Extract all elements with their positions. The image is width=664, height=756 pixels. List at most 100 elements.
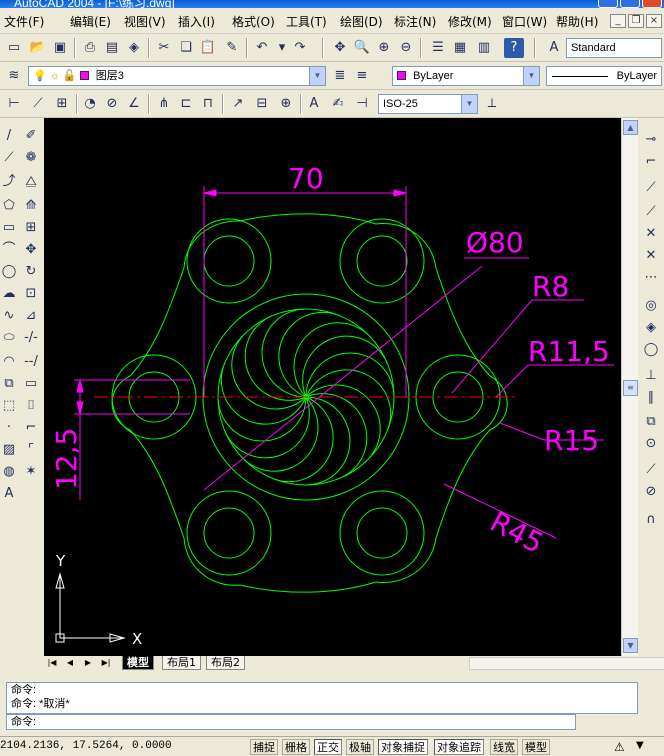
multiline-text-icon[interactable]: A xyxy=(0,484,18,504)
otrack-toggle[interactable]: 对象追踪 xyxy=(434,739,484,755)
pan-realtime-icon[interactable]: ✥ xyxy=(330,38,350,58)
save-icon[interactable]: ▣ xyxy=(50,38,70,58)
osnap-settings-icon[interactable]: ∩ xyxy=(642,510,660,530)
match-properties-icon[interactable]: ✎ xyxy=(222,38,242,58)
snap-insert-icon[interactable]: ⧉ xyxy=(642,412,660,432)
ellipse-arc-icon[interactable]: ◠ xyxy=(0,352,18,372)
snap-toggle[interactable]: 捕捉 xyxy=(250,739,278,755)
tolerance-icon[interactable]: ⊟ xyxy=(252,94,272,114)
snap-perpendicular-icon[interactable]: ⊥ xyxy=(642,366,660,386)
chevron-down-icon[interactable]: ▼ xyxy=(461,95,477,113)
minimize-button[interactable] xyxy=(598,0,618,8)
make-object-layer-current-icon[interactable]: ≣ xyxy=(330,66,350,86)
menu-file[interactable]: 文件(F) xyxy=(4,13,44,30)
maximize-button[interactable] xyxy=(620,0,640,8)
publish-icon[interactable]: ◈ xyxy=(124,38,144,58)
osnap-toggle[interactable]: 对象捕捉 xyxy=(378,739,428,755)
zoom-realtime-icon[interactable]: 🔍 xyxy=(352,38,372,58)
tool-palettes-icon[interactable]: ▥ xyxy=(474,38,494,58)
hatch-icon[interactable]: ▨ xyxy=(0,440,18,460)
layer-select[interactable]: 💡 ☼ 🔓 图层3 ▼ xyxy=(28,66,326,86)
make-block-icon[interactable]: ⬚ xyxy=(0,396,18,416)
color-select[interactable]: ByLayer ▼ xyxy=(392,66,540,86)
polar-toggle[interactable]: 极轴 xyxy=(346,739,374,755)
snap-center-icon[interactable]: ◎ xyxy=(642,296,660,316)
print-icon[interactable]: ⎙ xyxy=(80,38,100,58)
scroll-down-icon[interactable]: ▼ xyxy=(623,638,638,653)
erase-icon[interactable]: ✐ xyxy=(22,126,40,146)
next-tab-icon[interactable]: ▶ xyxy=(82,657,94,669)
extend-icon[interactable]: --/ xyxy=(22,352,40,372)
print-preview-icon[interactable]: ▤ xyxy=(102,38,122,58)
close-button[interactable] xyxy=(642,0,662,8)
help-icon[interactable]: ? xyxy=(504,38,524,58)
baseline-dimension-icon[interactable]: ⊏ xyxy=(176,94,196,114)
menu-help[interactable]: 帮助(H) xyxy=(556,13,598,30)
snap-quadrant-icon[interactable]: ◈ xyxy=(642,318,660,338)
menu-draw[interactable]: 绘图(D) xyxy=(340,13,383,30)
break-icon[interactable]: ▭ xyxy=(22,374,40,394)
zoom-window-icon[interactable]: ⊕ xyxy=(374,38,394,58)
linetype-select[interactable]: ByLayer xyxy=(546,66,662,86)
snap-apparent-intersection-icon[interactable]: ✕ xyxy=(642,246,660,266)
vertical-scrollbar[interactable]: ▲ ≡ ▼ xyxy=(621,118,638,656)
snap-none-icon[interactable]: ⊘ xyxy=(642,482,660,502)
snap-extension-icon[interactable]: ⋯ xyxy=(642,268,660,288)
offset-icon[interactable]: ⟰ xyxy=(22,196,40,216)
cut-icon[interactable]: ✂ xyxy=(154,38,174,58)
circle-icon[interactable]: ◯ xyxy=(0,262,18,282)
menu-dimension[interactable]: 标注(N) xyxy=(394,13,436,30)
warning-icon[interactable]: ⚠ xyxy=(614,740,625,754)
radius-dimension-icon[interactable]: ◔ xyxy=(80,94,100,114)
redo-icon[interactable]: ↷ xyxy=(290,38,310,58)
copy-icon[interactable]: ❏ xyxy=(176,38,196,58)
design-center-icon[interactable]: ▦ xyxy=(450,38,470,58)
doc-minimize-button[interactable]: _ xyxy=(610,14,626,28)
snap-tangent-icon[interactable]: ◯ xyxy=(642,340,660,360)
polyline-icon[interactable]: ⤴ xyxy=(0,172,18,192)
horizontal-scrollbar[interactable] xyxy=(469,657,664,670)
tab-model[interactable]: 模型 xyxy=(122,656,154,670)
grid-toggle[interactable]: 栅格 xyxy=(282,739,310,755)
array-icon[interactable]: ⊞ xyxy=(22,218,40,238)
first-tab-icon[interactable]: |◀ xyxy=(46,657,58,669)
snap-node-icon[interactable]: ⊙ xyxy=(642,434,660,454)
stretch-icon[interactable]: ⊿ xyxy=(22,306,40,326)
rectangle-icon[interactable]: ▭ xyxy=(0,218,18,238)
scale-icon[interactable]: ⊡ xyxy=(22,284,40,304)
undo-icon[interactable]: ↶ xyxy=(252,38,272,58)
command-input[interactable]: 命令: xyxy=(6,714,576,730)
spline-icon[interactable]: ∿ xyxy=(0,306,18,326)
layer-previous-icon[interactable]: ≡ xyxy=(352,66,372,86)
menu-edit[interactable]: 编辑(E) xyxy=(70,13,111,30)
lineweight-toggle[interactable]: 线宽 xyxy=(490,739,518,755)
snap-from-icon[interactable]: ⌐ xyxy=(642,152,660,172)
arc-icon[interactable]: ⌒ xyxy=(0,240,18,260)
linear-dimension-icon[interactable]: ⊢ xyxy=(4,94,24,114)
dim-style-select[interactable]: ISO-25 ▼ xyxy=(378,94,478,114)
ordinate-dimension-icon[interactable]: ⊞ xyxy=(52,94,72,114)
temp-tracking-icon[interactable]: ⊸ xyxy=(642,130,660,150)
layer-manager-icon[interactable]: ≋ xyxy=(4,66,24,86)
menu-insert[interactable]: 插入(I) xyxy=(178,13,215,30)
drawing-canvas[interactable]: 70 Ø80 R8 R11,5 R15 R45 12,5 Y X xyxy=(44,118,621,656)
rotate-icon[interactable]: ↻ xyxy=(22,262,40,282)
scroll-thumb[interactable]: ≡ xyxy=(623,380,638,396)
snap-nearest-icon[interactable]: ⟋ xyxy=(642,460,660,480)
polygon-icon[interactable]: ⬠ xyxy=(0,196,18,216)
center-mark-icon[interactable]: ⊕ xyxy=(276,94,296,114)
prev-tab-icon[interactable]: ◀ xyxy=(64,657,76,669)
copy-object-icon[interactable]: ❁ xyxy=(22,148,40,168)
aligned-dimension-icon[interactable]: ⟋ xyxy=(28,94,48,114)
doc-close-button[interactable]: × xyxy=(646,14,662,28)
scroll-up-icon[interactable]: ▲ xyxy=(623,120,638,135)
line-icon[interactable]: / xyxy=(0,126,18,146)
chevron-down-icon[interactable]: ▼ xyxy=(523,67,539,85)
break-at-point-icon[interactable]: ⌷ xyxy=(22,396,40,416)
move-icon[interactable]: ✥ xyxy=(22,240,40,260)
dimension-text-edit-icon[interactable]: ✍ xyxy=(328,94,348,114)
properties-icon[interactable]: ☰ xyxy=(428,38,448,58)
construction-line-icon[interactable]: ⟋ xyxy=(0,148,18,168)
trim-icon[interactable]: -/- xyxy=(22,328,40,348)
tab-layout1[interactable]: 布局1 xyxy=(162,656,201,670)
